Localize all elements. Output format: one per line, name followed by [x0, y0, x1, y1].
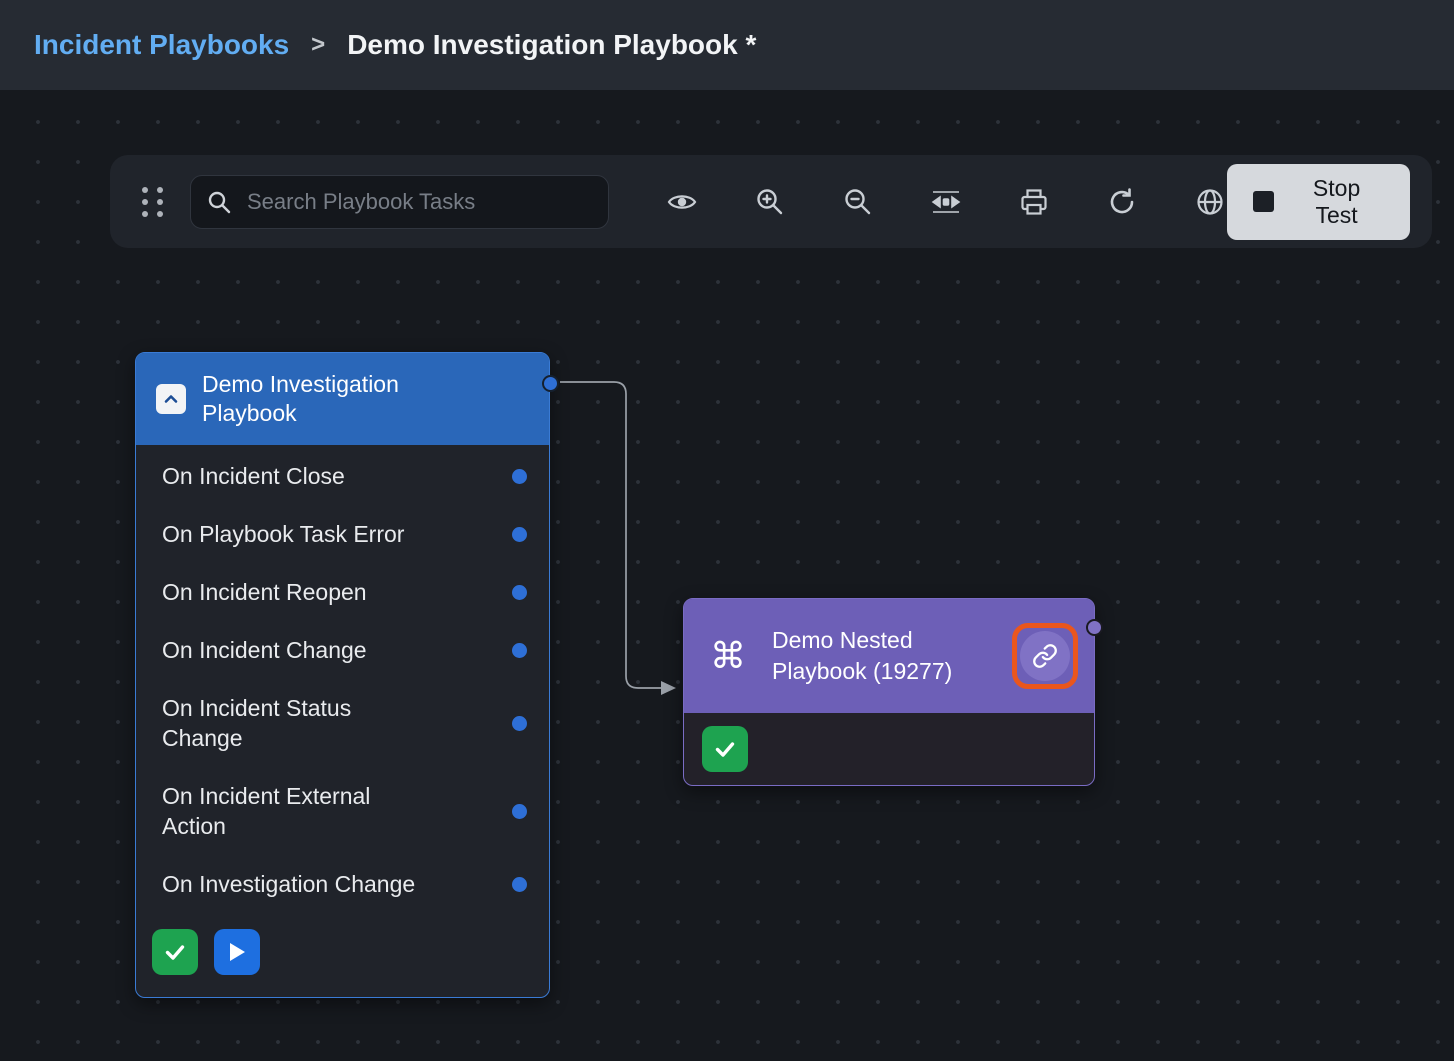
- zoom-in-icon[interactable]: [753, 185, 787, 219]
- main-node-header[interactable]: Demo Investigation Playbook: [136, 353, 549, 445]
- trigger-row-on-investigation-change[interactable]: On Investigation Change: [136, 855, 549, 913]
- playbook-canvas[interactable]: Stop Test Demo Investigation Playbook On…: [0, 90, 1454, 1061]
- validate-check-button[interactable]: [152, 929, 198, 975]
- open-nested-playbook-link-button[interactable]: [1020, 631, 1070, 681]
- print-icon[interactable]: [1017, 185, 1051, 219]
- trigger-row-on-incident-change[interactable]: On Incident Change: [136, 621, 549, 679]
- trigger-row-on-incident-reopen[interactable]: On Incident Reopen: [136, 563, 549, 621]
- stop-test-label: Stop Test: [1289, 175, 1384, 229]
- main-playbook-node[interactable]: Demo Investigation Playbook On Incident …: [135, 352, 550, 998]
- stop-icon: [1253, 191, 1274, 212]
- link-icon: [1032, 643, 1058, 669]
- main-node-title: Demo Investigation Playbook: [202, 370, 464, 428]
- globe-icon[interactable]: [1193, 185, 1227, 219]
- toolbar-icon-group: [665, 185, 1227, 219]
- row-port-dot[interactable]: [512, 527, 527, 542]
- check-icon: [713, 737, 737, 761]
- row-port-dot[interactable]: [512, 716, 527, 731]
- row-port-dot[interactable]: [512, 804, 527, 819]
- trigger-row-on-incident-status-change[interactable]: On Incident Status Change: [136, 679, 549, 767]
- command-icon: ⌘: [710, 638, 746, 674]
- row-port-dot[interactable]: [512, 469, 527, 484]
- row-port-dot[interactable]: [512, 877, 527, 892]
- trigger-row-list: On Incident Close On Playbook Task Error…: [136, 445, 549, 913]
- trigger-row-on-incident-external-action[interactable]: On Incident External Action: [136, 767, 549, 855]
- preview-eye-icon[interactable]: [665, 185, 699, 219]
- search-box: [190, 175, 609, 229]
- nested-node-header[interactable]: ⌘ Demo Nested Playbook (19277): [684, 599, 1094, 713]
- row-port-dot[interactable]: [512, 585, 527, 600]
- output-port[interactable]: [542, 375, 559, 392]
- trigger-row-on-playbook-task-error[interactable]: On Playbook Task Error: [136, 505, 549, 563]
- nested-playbook-node[interactable]: ⌘ Demo Nested Playbook (19277): [683, 598, 1095, 786]
- search-input[interactable]: [190, 175, 609, 229]
- breadcrumb-separator: >: [311, 31, 325, 59]
- stop-test-button[interactable]: Stop Test: [1227, 164, 1410, 240]
- highlight-ring: [1012, 623, 1078, 689]
- search-icon: [206, 189, 232, 215]
- breadcrumb-bar: Incident Playbooks > Demo Investigation …: [0, 0, 1454, 90]
- refresh-icon[interactable]: [1105, 185, 1139, 219]
- canvas-toolbar: Stop Test: [110, 155, 1432, 248]
- row-port-dot[interactable]: [512, 643, 527, 658]
- page-title: Demo Investigation Playbook *: [347, 29, 756, 61]
- check-icon: [163, 940, 187, 964]
- collapse-chevron-icon[interactable]: [156, 384, 186, 414]
- trigger-row-on-incident-close[interactable]: On Incident Close: [136, 447, 549, 505]
- nested-node-port[interactable]: [1086, 619, 1103, 636]
- nested-node-title: Demo Nested Playbook (19277): [772, 625, 984, 687]
- fit-view-icon[interactable]: [929, 185, 963, 219]
- run-play-button[interactable]: [214, 929, 260, 975]
- nested-node-body: [684, 713, 1094, 785]
- breadcrumb-link-incident-playbooks[interactable]: Incident Playbooks: [34, 29, 289, 61]
- zoom-out-icon[interactable]: [841, 185, 875, 219]
- drag-handle-icon[interactable]: [142, 187, 164, 217]
- main-node-footer: [136, 913, 549, 997]
- nested-validate-check-button[interactable]: [702, 726, 748, 772]
- play-icon: [227, 941, 247, 963]
